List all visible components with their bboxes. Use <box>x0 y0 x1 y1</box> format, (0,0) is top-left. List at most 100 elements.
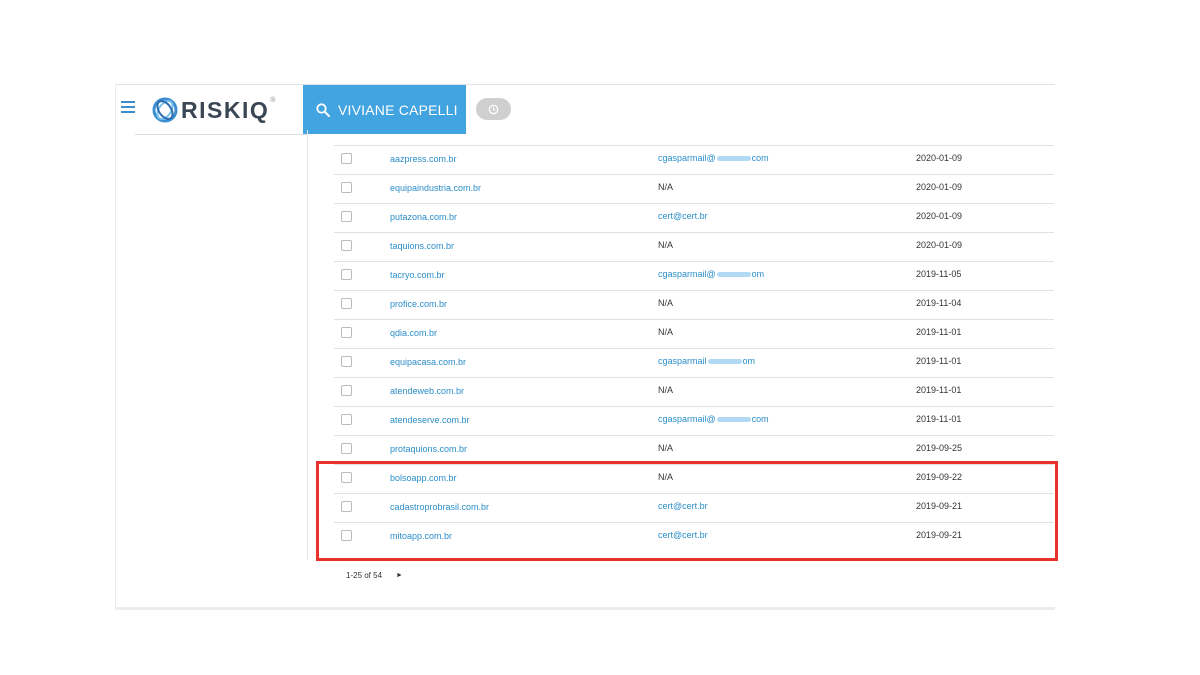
sidebar-divider <box>135 134 308 135</box>
registered-mark: ® <box>270 97 276 104</box>
history-button[interactable] <box>476 98 511 120</box>
domain-link[interactable]: putazona.com.br <box>390 212 457 222</box>
row-checkbox[interactable] <box>341 385 352 396</box>
date-value: 2020-01-09 <box>916 153 963 163</box>
email-link[interactable]: cgasparmail@ om <box>658 269 764 279</box>
date-value: 2019-11-04 <box>916 298 962 308</box>
results-table: aazpress.com.br cgasparmail@ com 2020-01-09… <box>334 145 1054 551</box>
email-text: N/A <box>658 443 674 453</box>
pagination-range: 1-25 of 54 <box>346 571 383 580</box>
domain-link[interactable]: aazpress.com.br <box>390 154 457 164</box>
table-row: atendeserve.com.br cgasparmail@ com 2019-11… <box>334 406 1054 435</box>
row-checkbox[interactable] <box>341 240 352 251</box>
redaction-blur <box>716 417 751 423</box>
date-value: 2019-11-01 <box>916 327 962 337</box>
date-value: 2019-11-01 <box>916 356 962 366</box>
redaction-blur <box>716 156 751 162</box>
clock-icon <box>488 104 499 114</box>
domain-link[interactable]: bolsoapp.com.br <box>390 473 457 483</box>
date-value: 2019-09-22 <box>916 472 963 482</box>
date-value: 2019-09-21 <box>916 501 963 511</box>
email-suffix: om <box>751 269 765 279</box>
date-value: 2019-11-01 <box>916 414 962 424</box>
email-text: cert@cert.br <box>658 501 708 511</box>
domain-link[interactable]: mitoapp.com.br <box>390 531 452 541</box>
row-checkbox[interactable] <box>341 298 352 309</box>
date-value: 2020-01-09 <box>916 182 963 192</box>
table-row: equipaindustria.com.br N/A 2020-01-09 <box>334 174 1054 203</box>
row-checkbox[interactable] <box>341 414 352 425</box>
email-text: N/A <box>658 385 674 395</box>
date-value: 2020-01-09 <box>916 240 963 250</box>
next-page-arrow-icon[interactable]: ► <box>396 572 403 579</box>
domain-link[interactable]: taquions.com.br <box>390 241 454 251</box>
domain-link[interactable]: tacryo.com.br <box>390 270 445 280</box>
email-text: cgasparmail <box>658 356 707 366</box>
search-tab[interactable]: VIVIANE CAPELLI <box>303 85 466 134</box>
table-row: equipacasa.com.br cgasparmail om 2019-11-01 <box>334 348 1054 377</box>
row-checkbox[interactable] <box>341 211 352 222</box>
table-row: protaquions.com.br N/A 2019-09-25 <box>334 435 1054 464</box>
email-link[interactable]: cert@cert.br <box>658 211 708 221</box>
email-suffix: com <box>751 414 769 424</box>
domain-link[interactable]: qdia.com.br <box>390 328 437 338</box>
domain-link[interactable]: atendeserve.com.br <box>390 415 470 425</box>
row-checkbox[interactable] <box>341 443 352 454</box>
redaction-blur <box>716 272 751 278</box>
email-link[interactable]: cgasparmail@ com <box>658 414 769 424</box>
row-checkbox[interactable] <box>341 530 352 541</box>
logo-text: RISKIQ <box>181 96 270 123</box>
hamburger-icon[interactable] <box>121 101 135 113</box>
row-checkbox[interactable] <box>341 501 352 512</box>
row-checkbox[interactable] <box>341 269 352 280</box>
date-value: 2019-09-25 <box>916 443 963 453</box>
search-icon <box>316 102 330 117</box>
pagination: 1-25 of 54 ► <box>346 571 403 580</box>
email-value: N/A <box>658 182 673 192</box>
email-value: N/A <box>658 298 673 308</box>
table-row: profice.com.br N/A 2019-11-04 <box>334 290 1054 319</box>
row-checkbox[interactable] <box>341 327 352 338</box>
domain-link[interactable]: cadastroprobrasil.com.br <box>390 502 489 512</box>
date-value: 2020-01-09 <box>916 211 963 221</box>
riskiq-logo: RISKIQ ® <box>151 95 275 125</box>
email-value: N/A <box>658 472 673 482</box>
table-row: bolsoapp.com.br N/A 2019-09-22 <box>334 464 1054 493</box>
email-text: cgasparmail@ <box>658 153 716 163</box>
domain-link[interactable]: equipacasa.com.br <box>390 357 466 367</box>
row-checkbox[interactable] <box>341 153 352 164</box>
column-divider <box>307 130 308 560</box>
email-suffix: com <box>751 153 769 163</box>
domain-link[interactable]: profice.com.br <box>390 299 447 309</box>
email-text: cgasparmail@ <box>658 414 716 424</box>
email-value: N/A <box>658 240 673 250</box>
date-value: 2019-11-01 <box>916 385 962 395</box>
email-text: cert@cert.br <box>658 530 708 540</box>
email-value: N/A <box>658 443 673 453</box>
table-row: qdia.com.br N/A 2019-11-01 <box>334 319 1054 348</box>
top-bar: RISKIQ ® VIVIANE CAPELLI <box>115 85 1055 134</box>
date-value: 2019-11-05 <box>916 269 962 279</box>
date-value: 2019-09-21 <box>916 530 963 540</box>
email-text: N/A <box>658 327 674 337</box>
email-link[interactable]: cert@cert.br <box>658 530 708 540</box>
row-checkbox[interactable] <box>341 182 352 193</box>
email-link[interactable]: cert@cert.br <box>658 501 708 511</box>
email-text: N/A <box>658 182 674 192</box>
table-row: cadastroprobrasil.com.br cert@cert.br 2019… <box>334 493 1054 522</box>
row-checkbox[interactable] <box>341 472 352 483</box>
email-suffix: om <box>742 356 756 366</box>
redaction-blur <box>707 359 742 365</box>
email-text: N/A <box>658 472 674 482</box>
row-checkbox[interactable] <box>341 356 352 367</box>
domain-link[interactable]: equipaindustria.com.br <box>390 183 481 193</box>
email-link[interactable]: cgasparmail om <box>658 356 755 366</box>
table-row: aazpress.com.br cgasparmail@ com 2020-01-09 <box>334 145 1054 174</box>
email-link[interactable]: cgasparmail@ com <box>658 153 769 163</box>
email-text: cert@cert.br <box>658 211 708 221</box>
email-value: N/A <box>658 327 673 337</box>
table-row: atendeweb.com.br N/A 2019-11-01 <box>334 377 1054 406</box>
domain-link[interactable]: atendeweb.com.br <box>390 386 464 396</box>
logo-mark-icon <box>152 97 178 123</box>
domain-link[interactable]: protaquions.com.br <box>390 444 467 454</box>
